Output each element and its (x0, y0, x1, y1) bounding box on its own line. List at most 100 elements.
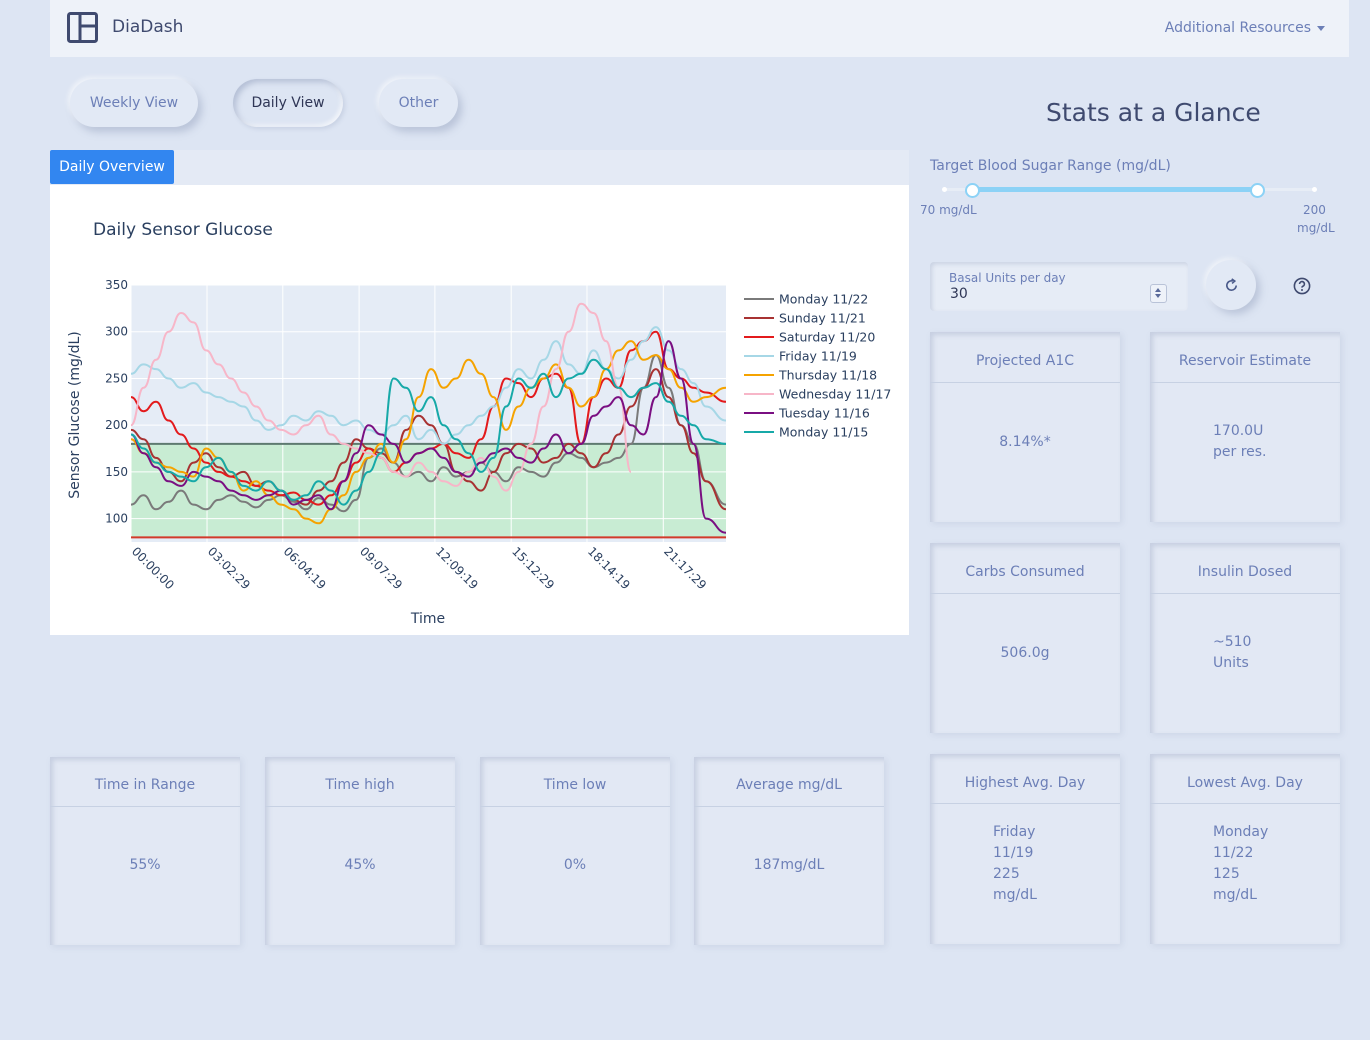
x-tick-label: 15:12:29 (509, 544, 557, 592)
y-tick-label: 150 (105, 465, 128, 479)
x-tick-label: 21:17:29 (661, 544, 709, 592)
caret-down-icon (1317, 25, 1325, 31)
brand-name[interactable]: DiaDash (112, 17, 183, 37)
x-tick-label: 06:04:19 (281, 544, 329, 592)
glucose-plot-area: Daily Sensor Glucose 100 150 200 250 300 350 0… (50, 185, 909, 635)
legend-item[interactable]: Sunday 11/21 (744, 311, 866, 326)
card-title: Reservoir Estimate (1150, 332, 1340, 383)
x-tick-label: 09:07:29 (357, 544, 405, 592)
range-slider-fill (972, 187, 1257, 192)
card-title: Time high (265, 757, 455, 807)
y-tick-label: 350 (105, 278, 128, 292)
lowest-day-value: 125 (1213, 866, 1240, 882)
top-navbar: DiaDash Additional Resources (50, 0, 1349, 57)
stats-title: Stats at a Glance (1046, 98, 1261, 127)
card-title: Projected A1C (930, 332, 1120, 383)
stepper-down-icon[interactable] (1155, 294, 1161, 298)
x-tick-label: 12:09:19 (433, 544, 481, 592)
range-high-handle[interactable] (1250, 183, 1265, 198)
help-button[interactable] (1293, 277, 1311, 295)
legend-item[interactable]: Wednesday 11/17 (744, 387, 891, 402)
additional-resources-label: Additional Resources (1164, 20, 1311, 36)
card-title: Insulin Dosed (1150, 543, 1340, 594)
chart-title: Daily Sensor Glucose (93, 220, 273, 240)
insulin-unit: Units (1213, 655, 1249, 671)
insulin-dosed-card: Insulin Dosed ~510 Units (1150, 543, 1340, 733)
highest-day-date: 11/19 (993, 845, 1034, 861)
additional-resources-dropdown[interactable]: Additional Resources (1165, 20, 1325, 36)
card-title: Highest Avg. Day (930, 754, 1120, 804)
range-min-label: 70 mg/dL (920, 203, 977, 217)
y-tick-label: 300 (105, 325, 128, 339)
legend-label: Monday 11/15 (779, 425, 868, 440)
range-max-label-1: 200 (1303, 203, 1326, 217)
refresh-button[interactable] (1206, 260, 1256, 310)
time-high-card: Time high 45% (265, 757, 455, 945)
range-low-handle[interactable] (965, 183, 980, 198)
legend-item[interactable]: Saturday 11/20 (744, 330, 875, 345)
carbs-consumed-card: Carbs Consumed 506.0g (930, 543, 1120, 733)
range-max-label-2: mg/dL (1297, 221, 1335, 235)
highest-day-name: Friday (993, 824, 1036, 840)
projected-a1c-card: Projected A1C 8.14%* (930, 332, 1120, 522)
time-low-card: Time low 0% (480, 757, 670, 945)
highest-avg-day-card: Highest Avg. Day Friday 11/19 225 mg/dL (930, 754, 1120, 944)
average-glucose-card: Average mg/dL 187mg/dL (694, 757, 884, 945)
highest-day-unit: mg/dL (993, 887, 1037, 903)
y-tick-label: 100 (105, 512, 128, 526)
x-tick-label: 18:14:19 (585, 544, 633, 592)
range-slider-label: Target Blood Sugar Range (mg/dL) (930, 158, 1171, 174)
basal-units-value[interactable]: 30 (950, 286, 968, 302)
legend-item[interactable]: Friday 11/19 (744, 349, 857, 364)
weekly-view-button[interactable]: Weekly View (70, 79, 198, 127)
highest-day-value: 225 (993, 866, 1020, 882)
tab-daily-overview[interactable]: Daily Overview (50, 150, 174, 184)
basal-units-stepper[interactable] (1150, 284, 1167, 303)
time-in-range-value: 55% (129, 857, 161, 873)
reservoir-value: 170.0U (1213, 423, 1264, 439)
refresh-icon (1225, 277, 1237, 291)
dashboard-logo-icon (67, 12, 98, 43)
basal-units-input[interactable]: Basal Units per day 30 (930, 262, 1188, 311)
other-view-button[interactable]: Other (379, 79, 458, 127)
card-title: Time low (480, 757, 670, 807)
legend-item[interactable]: Thursday 11/18 (744, 368, 877, 383)
card-title: Time in Range (50, 757, 240, 807)
legend-label: Saturday 11/20 (779, 330, 875, 345)
time-low-value: 0% (563, 857, 587, 873)
y-tick-label: 200 (105, 418, 128, 432)
legend-label: Wednesday 11/17 (779, 387, 891, 402)
range-max-dot (1312, 187, 1317, 192)
reservoir-unit: per res. (1213, 444, 1267, 460)
card-title: Lowest Avg. Day (1150, 754, 1340, 804)
carbs-value: 506.0g (1000, 645, 1050, 661)
lowest-day-name: Monday (1213, 824, 1269, 840)
y-axis-label: Sensor Glucose (mg/dL) (67, 331, 83, 499)
lowest-day-unit: mg/dL (1213, 887, 1257, 903)
lowest-avg-day-card: Lowest Avg. Day Monday 11/22 125 mg/dL (1150, 754, 1340, 944)
x-tick-label: 00:00:00 (129, 544, 177, 592)
daily-overview-panel: Daily Overview Daily Sensor Glucose 100 1… (50, 150, 909, 635)
insulin-value: ~510 (1213, 634, 1252, 650)
x-tick-label: 03:02:29 (205, 544, 253, 592)
average-glucose-value: 187mg/dL (753, 857, 825, 873)
legend-item[interactable]: Monday 11/15 (744, 425, 868, 440)
legend-item[interactable]: Monday 11/22 (744, 292, 868, 307)
question-circle-icon (1293, 277, 1311, 295)
legend-label: Friday 11/19 (779, 349, 857, 364)
range-min-dot (942, 187, 947, 192)
legend-label: Thursday 11/18 (778, 368, 877, 383)
lowest-day-date: 11/22 (1213, 845, 1254, 861)
time-in-range-card: Time in Range 55% (50, 757, 240, 945)
legend-label: Monday 11/22 (779, 292, 868, 307)
legend-label: Sunday 11/21 (779, 311, 866, 326)
stepper-up-icon[interactable] (1155, 288, 1161, 292)
projected-a1c-value: 8.14%* (999, 434, 1051, 450)
card-title: Carbs Consumed (930, 543, 1120, 594)
legend-item[interactable]: Tuesday 11/16 (744, 406, 870, 421)
time-high-value: 45% (344, 857, 376, 873)
daily-view-button[interactable]: Daily View (233, 79, 343, 127)
reservoir-estimate-card: Reservoir Estimate 170.0U per res. (1150, 332, 1340, 522)
glucose-chart[interactable]: Daily Sensor Glucose 100 150 200 250 300 350 0… (50, 185, 909, 635)
tab-bar: Daily Overview (50, 150, 909, 185)
